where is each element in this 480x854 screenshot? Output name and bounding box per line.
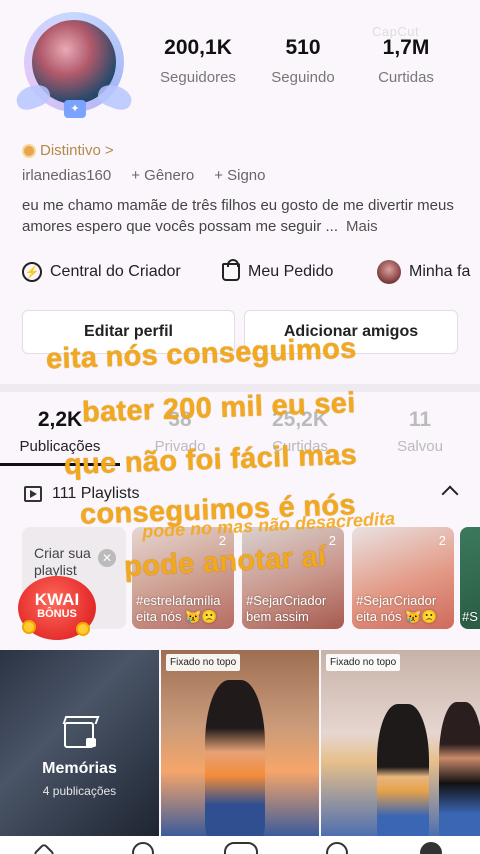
playlist-caption: #S be bbox=[462, 609, 478, 624]
thumbnail-figure bbox=[205, 680, 265, 836]
liked-label: Curtidas bbox=[272, 438, 328, 455]
my-family-label: Minha fa bbox=[409, 263, 471, 280]
profile-icon[interactable] bbox=[420, 842, 442, 854]
saved-count: 11 bbox=[408, 408, 432, 431]
username: irlanedias160 bbox=[22, 167, 112, 184]
thumbnail-figure bbox=[439, 702, 480, 836]
my-orders-label: Meu Pedido bbox=[248, 263, 334, 280]
playlists-title: 111 Playlists bbox=[52, 485, 140, 502]
private-count: 38 bbox=[168, 408, 192, 431]
tab-private[interactable]: 38 Privado bbox=[120, 408, 240, 455]
bio-more-link[interactable]: Mais bbox=[346, 218, 378, 235]
playlist-caption: #estrelafamília eita nós 😿🙁 bbox=[136, 593, 221, 624]
following-label: Seguindo bbox=[271, 69, 335, 86]
followers-label: Seguidores bbox=[160, 69, 236, 86]
close-icon[interactable]: ✕ bbox=[98, 549, 116, 567]
bottom-navigation bbox=[0, 836, 480, 854]
thumbnail-figure bbox=[377, 704, 429, 836]
following-stat[interactable]: 510 Seguindo bbox=[253, 36, 353, 86]
badge-link[interactable]: Distintivo > bbox=[22, 142, 114, 159]
saved-label: Salvou bbox=[397, 438, 443, 455]
chevron-up-icon[interactable] bbox=[441, 485, 459, 503]
memories-tile[interactable]: Memórias 4 publicações bbox=[0, 650, 159, 836]
likes-label: Curtidas bbox=[378, 69, 434, 86]
publications-label: Publicações bbox=[19, 438, 101, 455]
my-family-link[interactable]: Minha fa bbox=[377, 258, 470, 286]
badge-label: Distintivo bbox=[40, 142, 101, 159]
medal-icon bbox=[22, 143, 36, 158]
playlist-card[interactable]: 2 #SejarCriador bem assim bbox=[242, 527, 344, 629]
lock-icon bbox=[86, 738, 96, 747]
avatar-level-badge: ✦ bbox=[64, 100, 86, 118]
memories-title: Memórias bbox=[42, 760, 117, 777]
profile-bio: eu me chamo mamãe de três filhos eu gost… bbox=[22, 195, 462, 237]
playlist-card[interactable]: 2 #estrelafamília eita nós 😿🙁 bbox=[132, 527, 234, 629]
create-icon[interactable] bbox=[224, 842, 258, 854]
tab-saved[interactable]: 11 Salvou bbox=[360, 408, 480, 455]
followers-stat[interactable]: 200,1K Seguidores bbox=[148, 36, 248, 86]
kwai-bonus-title: KWAI bbox=[34, 590, 80, 609]
playlist-icon bbox=[24, 486, 42, 502]
private-label: Privado bbox=[154, 438, 206, 455]
my-orders-link[interactable]: Meu Pedido bbox=[222, 258, 333, 286]
video-thumbnail[interactable]: Fixado no topo bbox=[161, 650, 319, 836]
kwai-bonus-button[interactable]: KWAI BÔNUS bbox=[18, 576, 96, 640]
family-avatar-icon bbox=[377, 260, 401, 284]
section-divider bbox=[0, 384, 480, 392]
likes-count: 1,7M bbox=[382, 36, 430, 59]
pinned-badge: Fixado no topo bbox=[326, 654, 401, 671]
tab-likes[interactable]: 25,2K Curtidas bbox=[240, 408, 360, 455]
add-gender-button[interactable]: + Gênero bbox=[131, 167, 194, 184]
likes-stat[interactable]: 1,7M Curtidas bbox=[356, 36, 456, 86]
video-thumbnail[interactable]: Fixado no topo bbox=[321, 650, 480, 836]
playlist-caption: #SejarCriador eita nós 😿🙁 bbox=[356, 593, 438, 624]
add-sign-button[interactable]: + Signo bbox=[214, 167, 265, 184]
messages-icon[interactable] bbox=[326, 842, 348, 854]
tab-publications[interactable]: 2,2K Publicações bbox=[0, 408, 120, 455]
kwai-bonus-subtitle: BÔNUS bbox=[37, 608, 77, 620]
coin-icon bbox=[22, 620, 36, 634]
creator-center-label: Central do Criador bbox=[50, 263, 181, 280]
lightning-icon: ⚡ bbox=[22, 262, 42, 282]
profile-avatar[interactable]: ✦ bbox=[13, 8, 135, 120]
home-icon[interactable] bbox=[32, 842, 56, 854]
playlists-header[interactable]: 111 Playlists bbox=[24, 485, 139, 503]
playlist-count: 2 bbox=[328, 533, 336, 548]
following-count: 510 bbox=[285, 36, 321, 59]
shopping-bag-icon bbox=[222, 259, 240, 281]
chevron-right-icon: > bbox=[104, 142, 114, 159]
add-friends-button[interactable]: Adicionar amigos bbox=[244, 310, 458, 354]
bio-text: eu me chamo mamãe de três filhos eu gost… bbox=[22, 197, 454, 235]
active-tab-indicator bbox=[0, 463, 120, 466]
create-playlist-label: Criar sua playlist bbox=[34, 545, 91, 578]
profile-meta-row: irlanedias160 + Gênero + Signo bbox=[22, 167, 266, 184]
pinned-badge: Fixado no topo bbox=[166, 654, 241, 671]
edit-profile-button[interactable]: Editar perfil bbox=[22, 310, 235, 354]
playlist-count: 2 bbox=[438, 533, 446, 548]
coin-icon bbox=[76, 622, 90, 636]
publications-count: 2,2K bbox=[37, 408, 83, 431]
playlist-card[interactable]: #S be bbox=[460, 527, 480, 629]
followers-count: 200,1K bbox=[164, 36, 232, 59]
creator-center-link[interactable]: ⚡ Central do Criador bbox=[22, 258, 181, 286]
memories-count: 4 publicações bbox=[42, 784, 117, 798]
playlist-count: 2 bbox=[218, 533, 226, 548]
playlist-caption: #SejarCriador bem assim bbox=[246, 593, 327, 624]
playlist-card[interactable]: 2 #SejarCriador eita nós 😿🙁 bbox=[352, 527, 454, 629]
discover-icon[interactable] bbox=[132, 842, 154, 854]
liked-count: 25,2K bbox=[271, 408, 329, 431]
